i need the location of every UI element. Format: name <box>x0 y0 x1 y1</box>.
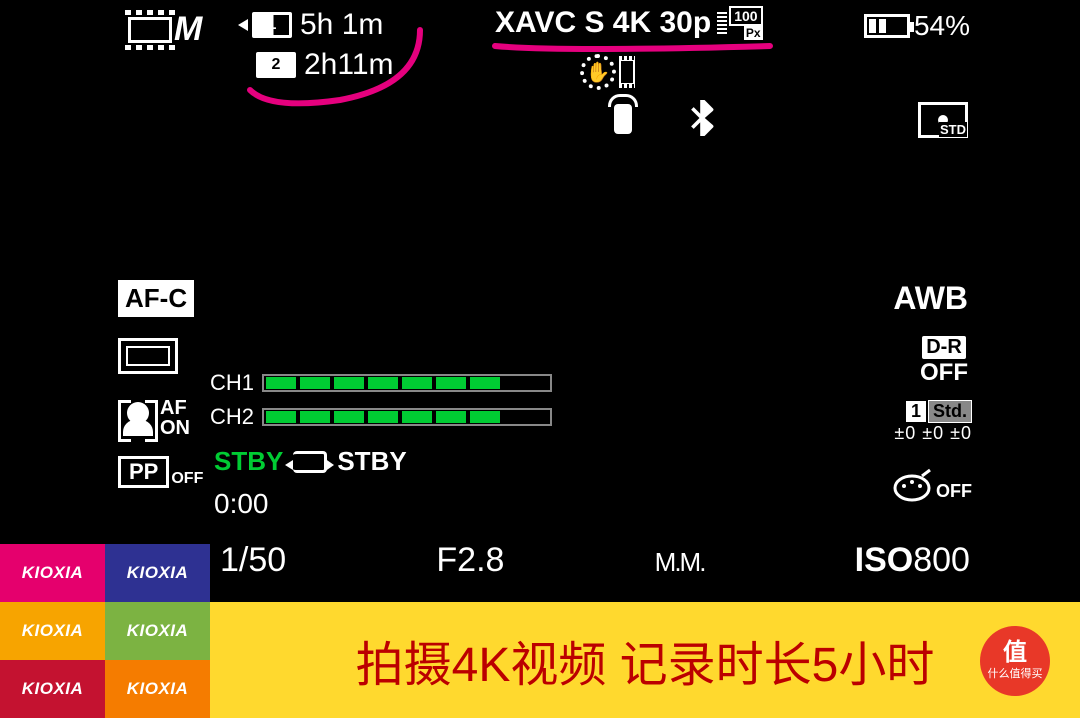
picture-profile: PP OFF <box>118 456 203 488</box>
focus-mode: AF-C <box>118 280 194 317</box>
battery-icon <box>864 14 910 38</box>
mode-label: M <box>174 10 202 49</box>
caption-text: 拍摄4K视频 记录时长5小时 <box>356 625 935 695</box>
battery-indicator: 54% <box>864 10 970 42</box>
ch2-meter <box>262 408 552 426</box>
bitrate-icon: 100 <box>729 6 762 26</box>
metered-manual: M.M. <box>655 547 705 578</box>
metering-mode-icon: STD <box>918 102 968 138</box>
ch1-label: CH1 <box>210 370 254 396</box>
remote-icon <box>614 104 632 134</box>
creative-style: 1 Std. ±0 ±0 ±0 <box>894 400 972 444</box>
smzdm-watermark: 值 什么值得买 <box>980 626 1050 696</box>
aperture: F2.8 <box>436 541 504 580</box>
record-mode-indicator: M <box>128 10 202 49</box>
timecode: 0:00 <box>214 488 269 520</box>
iso: ISO800 <box>855 541 970 580</box>
battery-percent: 54% <box>914 10 970 42</box>
palette-icon <box>892 468 934 502</box>
kioxia-logo-grid: KIOXIAKIOXIA KIOXIAKIOXIA KIOXIAKIOXIA <box>0 544 210 718</box>
memory-slots: 1 5h 1m 2 2h11m <box>238 8 394 82</box>
output-icon <box>293 451 327 473</box>
sd-slot-1-icon: 1 <box>252 12 292 38</box>
slot-2-time: 2h11m <box>304 48 394 82</box>
white-balance: AWB <box>893 280 968 317</box>
ch1-meter <box>262 374 552 392</box>
standby-status: STBY STBY <box>214 446 407 477</box>
steadyshot-icon: ✋ <box>580 54 635 90</box>
picture-effect: OFF <box>892 468 972 502</box>
sd-slot-2-icon: 2 <box>256 52 296 78</box>
caption-banner: 拍摄4K视频 记录时长5小时 <box>210 602 1080 718</box>
face-af-icon: AF ON <box>118 398 190 438</box>
bluetooth-icon <box>688 100 716 144</box>
slot-1-time: 5h 1m <box>300 8 383 42</box>
record-format: XAVC S 4K 30p 100 Px <box>495 6 763 40</box>
dro-setting: D-R OFF <box>920 336 968 387</box>
focus-area-icon <box>118 338 178 374</box>
ch2-label: CH2 <box>210 404 254 430</box>
audio-levels: CH1 CH2 <box>210 370 552 430</box>
shutter-speed: 1/50 <box>220 541 286 580</box>
exposure-row: 1/50 F2.8 M.M. ISO800 <box>220 541 970 580</box>
